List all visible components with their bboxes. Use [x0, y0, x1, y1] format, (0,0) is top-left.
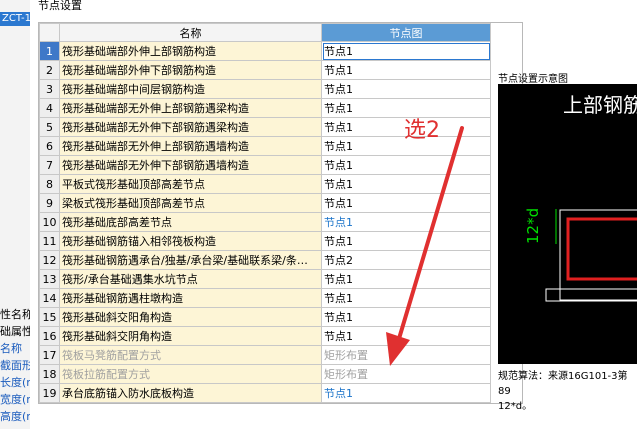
row-number: 16 — [39, 326, 60, 346]
node-settings-dialog: 节点设置 名称 节点图 1 筏形基础端部外伸上部钢筋构造 节点1 2 筏形基础端部外伸下… — [30, 0, 637, 429]
formula-line-2: 12*d。 — [498, 401, 533, 412]
row-number: 13 — [39, 269, 60, 289]
node-name-cell: 筏板马凳筋配置方式 — [59, 345, 322, 365]
node-name-cell: 梁板式筏形基础顶部高差节点 — [59, 193, 322, 213]
node-name-cell: 承台底筋锚入防水底板构造 — [59, 383, 322, 403]
node-name-cell: 筏形基础端部无外伸上部钢筋遇墙构造 — [59, 136, 322, 156]
annotation-arrow — [386, 126, 464, 366]
row-number: 3 — [39, 79, 60, 99]
row-number: 19 — [39, 383, 60, 403]
formula-description: 规范算法：来源16G101-3第89 12*d。 — [498, 369, 637, 414]
row-number: 9 — [39, 193, 60, 213]
table-row[interactable]: 1 筏形基础端部外伸上部钢筋构造 节点1 — [39, 41, 491, 61]
row-number: 7 — [39, 155, 60, 175]
node-value-cell[interactable]: 节点1 — [321, 60, 491, 80]
node-name-cell: 筏形基础端部外伸上部钢筋构造 — [59, 41, 322, 61]
row-number: 2 — [39, 60, 60, 80]
node-name-cell: 筏形基础斜交阳角构造 — [59, 307, 322, 327]
node-name-cell: 筏板拉筋配置方式 — [59, 364, 322, 384]
preview-outline — [559, 209, 637, 301]
row-number: 14 — [39, 288, 60, 308]
node-value-cell[interactable]: 节点1 — [321, 79, 491, 99]
node-name-cell: 筏形基础底部高差节点 — [59, 212, 322, 232]
row-number: 1 — [39, 41, 60, 61]
formula-line-1: 规范算法：来源16G101-3第89 — [498, 371, 628, 397]
node-name-cell: 筏形基础钢筋锚入相邻筏板构造 — [59, 231, 322, 251]
table-header-row: 名称 节点图 — [39, 23, 491, 42]
row-number: 15 — [39, 307, 60, 327]
row-number-header — [39, 23, 60, 42]
table-row[interactable]: 19 承台底筋锚入防水底板构造 节点1 — [39, 383, 491, 403]
row-number: 17 — [39, 345, 60, 365]
node-name-cell: 平板式筏形基础顶部高差节点 — [59, 174, 322, 194]
node-name-cell: 筏形基础端部无外伸上部钢筋遇梁构造 — [59, 98, 322, 118]
row-number: 11 — [39, 231, 60, 251]
node-preview-diagram: 上部钢筋 12*d — [498, 84, 637, 364]
preview-heading: 上部钢筋 — [563, 93, 637, 117]
row-number: 10 — [39, 212, 60, 232]
preview-drawing: 上部钢筋 12*d — [524, 93, 637, 302]
node-name-cell: 筏形基础端部外伸下部钢筋构造 — [59, 60, 322, 80]
node-name-cell: 筏形基础斜交阴角构造 — [59, 326, 322, 346]
node-name-cell: 筏形/承台基础遇集水坑节点 — [59, 269, 322, 289]
node-column-header: 节点图 — [321, 23, 491, 42]
table-row[interactable]: 3 筏形基础端部中间层钢筋构造 节点1 — [39, 79, 491, 99]
node-name-cell: 筏形基础钢筋遇承台/独基/承台梁/基础联系梁/条… — [59, 250, 322, 270]
dialog-title: 节点设置 — [38, 0, 82, 12]
preview-dimension-label: 12*d — [524, 208, 542, 244]
row-number: 12 — [39, 250, 60, 270]
background-tab[interactable]: ZCT-1 — [0, 12, 32, 26]
node-name-cell: 筏形基础端部中间层钢筋构造 — [59, 79, 322, 99]
row-number: 5 — [39, 117, 60, 137]
table-row[interactable]: 2 筏形基础端部外伸下部钢筋构造 节点1 — [39, 60, 491, 80]
row-number: 18 — [39, 364, 60, 384]
node-name-cell: 筏形基础端部无外伸下部钢筋遇墙构造 — [59, 155, 322, 175]
preview-rebar — [566, 217, 637, 281]
node-value-cell[interactable]: 节点1 — [321, 383, 491, 403]
node-value-cell[interactable]: 节点1 — [321, 41, 491, 61]
row-number: 6 — [39, 136, 60, 156]
row-number: 8 — [39, 174, 60, 194]
preview-label: 节点设置示意图 — [498, 74, 568, 85]
node-name-cell: 筏形基础钢筋遇柱墩构造 — [59, 288, 322, 308]
name-column-header: 名称 — [59, 23, 322, 42]
node-name-cell: 筏形基础端部无外伸下部钢筋遇梁构造 — [59, 117, 322, 137]
row-number: 4 — [39, 98, 60, 118]
